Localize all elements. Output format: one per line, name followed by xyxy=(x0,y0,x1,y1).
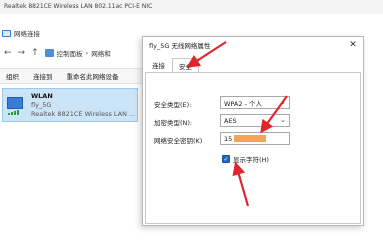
network-key-label: 网络安全密钥(K) xyxy=(154,137,203,145)
adapter-name: WLAN xyxy=(31,91,53,100)
rename-device-button[interactable]: 重命名此网络设备 xyxy=(67,71,119,81)
chevron-down-icon: ⌄ xyxy=(280,116,286,124)
explorer-toolbar: 组织 连接到 重命名此网络设备 xyxy=(0,68,150,84)
network-key-value: 15 xyxy=(224,134,233,143)
network-key-field[interactable]: 15 xyxy=(220,132,290,145)
dialog-title: fly_5G 无线网络属性 xyxy=(149,42,211,50)
organize-menu[interactable]: 组织 xyxy=(6,71,19,81)
adapter-device: Realtek 8821CE Wireless LAN ... xyxy=(31,109,136,118)
background-window-title: Realtek 8821CE Wireless LAN 802.11ac PCI… xyxy=(0,0,383,14)
encryption-type-value: AES xyxy=(224,116,237,125)
security-type-select[interactable]: WPA2 - 个人 ⌄ xyxy=(220,96,290,109)
network-connections-label: 网络连接 xyxy=(14,30,40,38)
navigation-bar: ← → ↑ 控制面板 › 网络和 xyxy=(0,44,150,62)
up-icon[interactable]: ↑ xyxy=(31,48,39,58)
network-connections-caption: 网络连接 xyxy=(0,27,140,39)
control-panel-icon xyxy=(44,49,54,57)
back-icon[interactable]: ← xyxy=(4,48,12,58)
tab-security[interactable]: 安全 xyxy=(172,58,199,73)
close-icon[interactable]: ✕ xyxy=(347,39,359,51)
tab-strip: 连接 安全 xyxy=(145,57,199,73)
security-type-value: WPA2 - 个人 xyxy=(224,99,262,108)
security-type-label: 安全类型(E): xyxy=(154,101,192,109)
tab-connection[interactable]: 连接 xyxy=(145,57,172,72)
breadcrumb[interactable]: 控制面板 › 网络和 xyxy=(44,48,111,58)
chevron-down-icon: ⌄ xyxy=(280,98,286,106)
network-connections-icon xyxy=(2,29,11,37)
adapter-network: fly_5G xyxy=(31,100,52,109)
encryption-type-label: 加密类型(N): xyxy=(154,119,193,127)
forward-icon[interactable]: → xyxy=(18,48,26,58)
encryption-type-select[interactable]: AES ⌄ xyxy=(220,114,290,127)
redacted-key-mark xyxy=(234,135,267,142)
show-characters-row[interactable]: ✓ 显示字符(H) xyxy=(222,154,269,164)
breadcrumb-network[interactable]: 网络和 xyxy=(91,48,111,58)
wireless-adapter-icon xyxy=(6,95,26,115)
wireless-properties-dialog: fly_5G 无线网络属性 ✕ 连接 安全 安全类型(E): WPA2 - 个人… xyxy=(142,36,364,226)
breadcrumb-separator: › xyxy=(85,49,89,57)
connect-to-button[interactable]: 连接到 xyxy=(33,71,53,81)
show-characters-label[interactable]: 显示字符(H) xyxy=(233,154,269,164)
breadcrumb-control-panel[interactable]: 控制面板 xyxy=(57,48,83,58)
security-tab-panel: 安全类型(E): WPA2 - 个人 ⌄ 加密类型(N): AES ⌄ 网络安全… xyxy=(145,72,361,224)
show-characters-checkbox[interactable]: ✓ xyxy=(222,155,230,163)
wlan-adapter-item[interactable]: WLAN fly_5G Realtek 8821CE Wireless LAN … xyxy=(2,88,138,122)
